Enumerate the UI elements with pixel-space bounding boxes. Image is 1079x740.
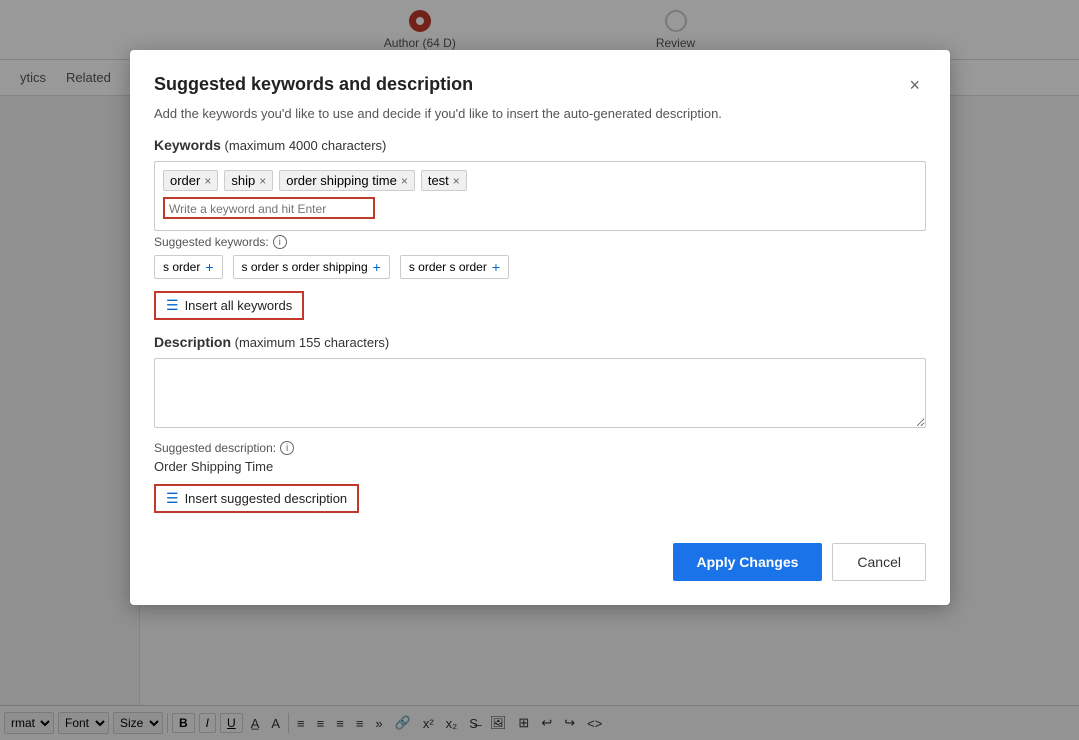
tag-test: test × [421,170,467,191]
tag-order-shipping-time-remove[interactable]: × [401,175,408,187]
modal-close-button[interactable]: × [903,74,926,96]
insert-suggested-description-button[interactable]: ☰ Insert suggested description [154,484,359,513]
description-label-sub: (maximum 155 characters) [235,335,390,350]
tag-order-shipping-time: order shipping time × [279,170,415,191]
insert-all-keywords-button[interactable]: ☰ Insert all keywords [154,291,304,320]
description-label-strong: Description [154,334,231,350]
suggested-tag-3: s order s order + [400,255,509,279]
suggested-tag-1: s order + [154,255,223,279]
suggested-desc-value: Order Shipping Time [154,459,926,474]
suggested-tag-3-add[interactable]: + [492,259,500,275]
suggested-keywords-label: Suggested keywords: i [154,235,926,249]
insert-all-keywords-label: Insert all keywords [185,298,293,313]
tag-order-shipping-time-text: order shipping time [286,173,397,188]
keywords-label: Keywords (maximum 4000 characters) [154,137,926,153]
keywords-label-sub: (maximum 4000 characters) [225,138,387,153]
description-label: Description (maximum 155 characters) [154,334,926,350]
description-textarea[interactable] [154,358,926,428]
suggested-tag-1-text: s order [163,260,200,274]
insert-suggested-desc-label: Insert suggested description [185,491,348,506]
keyword-input[interactable] [169,202,369,216]
keywords-box: order × ship × order shipping time × tes… [154,161,926,231]
apply-changes-button[interactable]: Apply Changes [673,543,823,581]
keywords-tags: order × ship × order shipping time × tes… [163,170,917,191]
suggested-desc-label-text: Suggested description: [154,441,276,455]
tag-order: order × [163,170,218,191]
suggested-desc-label: Suggested description: i [154,441,926,455]
suggested-tag-1-add[interactable]: + [205,259,213,275]
modal-header: Suggested keywords and description × [154,74,926,96]
suggested-tag-2-text: s order s order shipping [242,260,368,274]
tag-ship-text: ship [231,173,255,188]
modal-footer: Apply Changes Cancel [154,533,926,581]
suggested-tags: s order + s order s order shipping + s o… [154,255,926,279]
suggested-keywords-label-text: Suggested keywords: [154,235,269,249]
insert-desc-icon: ☰ [166,490,179,507]
keywords-label-strong: Keywords [154,137,221,153]
modal-title: Suggested keywords and description [154,74,473,95]
modal-subtitle: Add the keywords you'd like to use and d… [154,106,926,121]
tag-ship-remove[interactable]: × [259,175,266,187]
suggested-tag-3-text: s order s order [409,260,487,274]
suggested-tag-2: s order s order shipping + [233,255,390,279]
tag-order-remove[interactable]: × [204,175,211,187]
tag-ship: ship × [224,170,273,191]
keyword-input-wrapper [163,197,375,219]
cancel-button[interactable]: Cancel [832,543,926,581]
suggested-keywords-info-icon[interactable]: i [273,235,287,249]
insert-all-icon: ☰ [166,297,179,314]
modal-dialog: Suggested keywords and description × Add… [130,50,950,605]
suggested-tag-2-add[interactable]: + [373,259,381,275]
tag-test-text: test [428,173,449,188]
tag-test-remove[interactable]: × [453,175,460,187]
suggested-desc-info-icon[interactable]: i [280,441,294,455]
tag-order-text: order [170,173,200,188]
